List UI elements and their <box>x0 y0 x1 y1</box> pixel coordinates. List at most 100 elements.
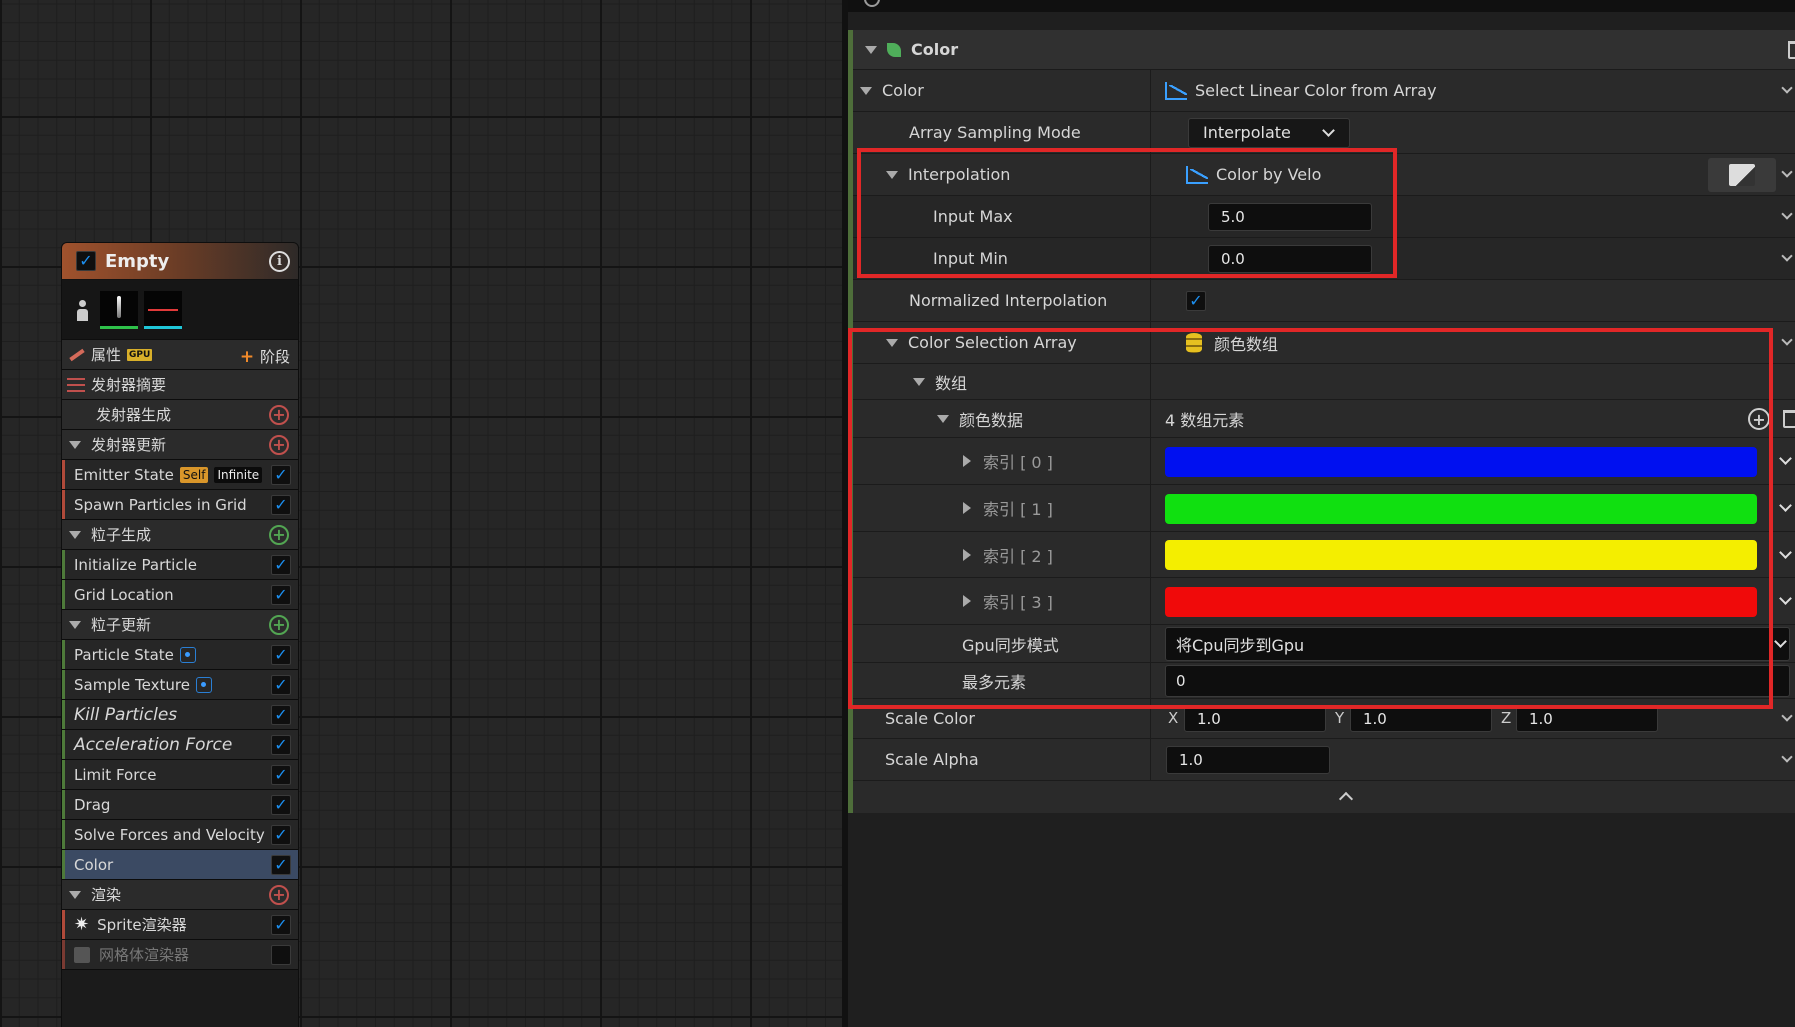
module-enable-checkbox[interactable]: ✓ <box>271 585 291 605</box>
module-enable-checkbox[interactable]: ✓ <box>271 765 291 785</box>
chevron-down-icon[interactable] <box>1779 532 1792 577</box>
module-particle-state[interactable]: Particle State ✓ <box>62 640 298 670</box>
module-drag[interactable]: Drag ✓ <box>62 790 298 820</box>
stage-color-bar <box>62 640 65 669</box>
scale-x-field[interactable]: 1.0 <box>1184 705 1326 732</box>
particle-spawn-row[interactable]: 粒子生成 + <box>62 520 298 550</box>
scale-z-field[interactable]: 1.0 <box>1516 705 1658 732</box>
prop-row-color[interactable]: Color Select Linear Color from Array <box>853 70 1795 112</box>
normalized-checkbox-wrap[interactable]: ✓ <box>1186 280 1206 321</box>
add-module-icon[interactable]: + <box>269 615 289 635</box>
stage-color-bar <box>62 580 65 609</box>
module-enable-checkbox[interactable]: ✓ <box>271 795 291 815</box>
add-renderer-icon[interactable]: + <box>269 885 289 905</box>
add-stage-button[interactable]: + 阶段 <box>240 346 290 367</box>
module-icon <box>887 42 901 57</box>
chevron-down-icon[interactable] <box>1781 739 1793 780</box>
renderer-enable-checkbox[interactable]: ✓ <box>271 915 291 935</box>
edit-graph-button[interactable] <box>1708 158 1776 192</box>
module-color[interactable]: Color ✓ <box>62 850 298 880</box>
renderer-sprite[interactable]: ✷ Sprite渲染器 ✓ <box>62 910 298 940</box>
properties-row[interactable]: 属性 GPU + 阶段 <box>62 340 298 370</box>
collapse-arrow-icon[interactable] <box>69 890 81 899</box>
module-label: Kill Particles <box>74 704 178 725</box>
module-acceleration-force[interactable]: Acceleration Force ✓ <box>62 730 298 760</box>
chevron-down-icon[interactable] <box>1779 438 1792 484</box>
search-input[interactable] <box>848 0 1795 12</box>
gpu-dot-icon <box>179 646 196 663</box>
renderer-mesh[interactable]: 网格体渲染器 ✓ <box>62 940 298 970</box>
particle-update-row[interactable]: 粒子更新 + <box>62 610 298 640</box>
chevron-down-icon[interactable] <box>1781 238 1793 279</box>
chevron-down-icon[interactable] <box>1781 699 1793 738</box>
module-enable-checkbox[interactable]: ✓ <box>271 465 291 485</box>
sprite-thumbnail[interactable] <box>100 290 138 329</box>
scale-alpha-label: Scale Alpha <box>885 750 979 769</box>
emitter-update-label: 发射器更新 <box>91 436 167 454</box>
renderer-label: 网格体渲染器 <box>99 946 190 964</box>
module-kill-particles[interactable]: Kill Particles ✓ <box>62 700 298 730</box>
info-icon[interactable]: i <box>269 250 290 272</box>
module-enable-checkbox[interactable]: ✓ <box>271 705 291 725</box>
module-enable-checkbox[interactable]: ✓ <box>271 645 291 665</box>
array-sampling-dropdown[interactable]: Interpolate <box>1188 112 1350 153</box>
axis-y-label: Y <box>1335 709 1345 727</box>
chevron-down-icon[interactable] <box>1781 154 1793 195</box>
scale-alpha-field[interactable]: 1.0 <box>1166 745 1330 774</box>
collapse-arrow-icon[interactable] <box>69 620 81 629</box>
module-label: Sample Texture <box>74 675 190 694</box>
module-initialize-particle[interactable]: Initialize Particle ✓ <box>62 550 298 580</box>
module-sample-texture[interactable]: Sample Texture ✓ <box>62 670 298 700</box>
normalized-checkbox[interactable]: ✓ <box>1186 290 1206 311</box>
emitter-enable-checkbox[interactable]: ✓ <box>76 251 96 271</box>
add-module-icon[interactable]: + <box>269 405 289 425</box>
chevron-down-icon[interactable] <box>1781 196 1793 237</box>
renderer-enable-checkbox[interactable]: ✓ <box>271 945 291 965</box>
emitter-spawn-row[interactable]: 发射器生成 + <box>62 400 298 430</box>
chevron-up-icon[interactable] <box>1338 791 1354 807</box>
module-solve-forces[interactable]: Solve Forces and Velocity ✓ <box>62 820 298 850</box>
chevron-down-icon[interactable] <box>1779 578 1792 624</box>
prop-row-scale-alpha[interactable]: Scale Alpha 1.0 <box>853 739 1795 781</box>
collapse-arrow-icon[interactable] <box>860 86 872 95</box>
collapse-row[interactable] <box>853 781 1795 813</box>
chevron-down-icon[interactable] <box>1781 70 1793 111</box>
module-label: Limit Force <box>74 765 157 784</box>
emitter-update-row[interactable]: 发射器更新 + <box>62 430 298 460</box>
mesh-thumbnail[interactable] <box>144 290 182 329</box>
module-limit-force[interactable]: Limit Force ✓ <box>62 760 298 790</box>
add-module-icon[interactable]: + <box>269 435 289 455</box>
scale-alpha-wrap[interactable]: 1.0 <box>1166 739 1330 780</box>
emitter-node-header[interactable]: ✓ Empty i <box>62 243 298 280</box>
module-enable-checkbox[interactable]: ✓ <box>271 735 291 755</box>
prop-row-normalized[interactable]: Normalized Interpolation ✓ <box>853 280 1795 322</box>
collapse-arrow-icon[interactable] <box>69 530 81 539</box>
module-enable-checkbox[interactable]: ✓ <box>271 825 291 845</box>
module-emitter-state[interactable]: Emitter State Self Infinite ✓ <box>62 460 298 490</box>
prop-value[interactable]: Select Linear Color from Array <box>1165 70 1437 111</box>
scale-y-field[interactable]: 1.0 <box>1350 705 1492 732</box>
collapse-arrow-icon[interactable] <box>865 45 877 54</box>
module-enable-checkbox[interactable]: ✓ <box>271 495 291 515</box>
array-sampling-select[interactable]: Interpolate <box>1188 117 1350 148</box>
chevron-down-icon[interactable] <box>1779 485 1792 531</box>
trash-icon[interactable] <box>1783 410 1795 428</box>
section-header-color[interactable]: Color <box>853 30 1795 70</box>
module-spawn-particles-grid[interactable]: Spawn Particles in Grid ✓ <box>62 490 298 520</box>
module-grid-location[interactable]: Grid Location ✓ <box>62 580 298 610</box>
module-label: Initialize Particle <box>74 555 197 574</box>
renderer-label: Sprite渲染器 <box>97 916 187 934</box>
emitter-node[interactable]: ✓ Empty i 属性 GPU + 阶段 发射器摘要 发射器生成 + 发射器更… <box>61 242 299 1027</box>
module-enable-checkbox[interactable]: ✓ <box>271 675 291 695</box>
emitter-summary-row[interactable]: 发射器摘要 <box>62 370 298 400</box>
module-enable-checkbox[interactable]: ✓ <box>271 555 291 575</box>
collapse-arrow-icon[interactable] <box>69 440 81 449</box>
render-row[interactable]: 渲染 + <box>62 880 298 910</box>
add-module-icon[interactable]: + <box>269 525 289 545</box>
module-enable-checkbox[interactable]: ✓ <box>271 855 291 875</box>
emitter-thumbnails <box>62 280 298 340</box>
plus-icon: + <box>239 347 260 367</box>
chevron-down-icon[interactable] <box>1781 322 1793 363</box>
trash-icon[interactable] <box>1788 41 1795 59</box>
sprite-icon: ✷ <box>74 914 90 935</box>
